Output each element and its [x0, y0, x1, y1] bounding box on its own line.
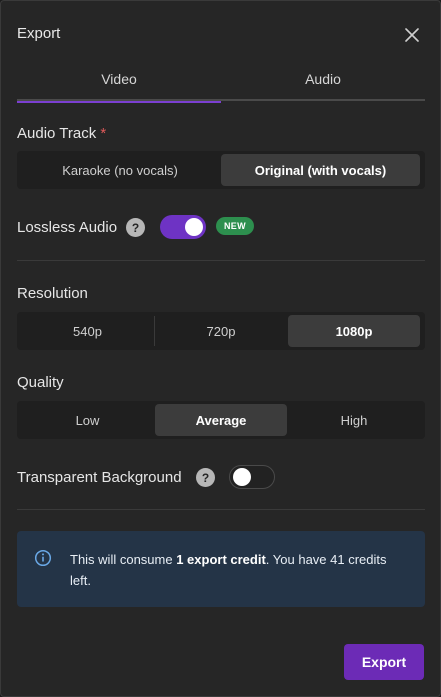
toggle-knob [185, 218, 203, 236]
dialog-title: Export [17, 25, 61, 42]
toggle-knob [233, 468, 251, 486]
option-low[interactable]: Low [21, 404, 154, 436]
quality-label: Quality [17, 374, 64, 391]
transparent-background-toggle[interactable] [229, 465, 275, 489]
transparent-background-label: Transparent Background [17, 469, 182, 486]
info-icon [34, 549, 52, 567]
info-text-before: This will consume [70, 552, 177, 567]
tab-bar: Video Audio [17, 71, 425, 103]
required-mark: * [100, 125, 107, 142]
dialog-header: Export [17, 25, 424, 47]
option-average[interactable]: Average [155, 404, 287, 436]
tab-audio[interactable]: Audio [221, 71, 425, 101]
close-icon[interactable] [400, 23, 424, 47]
resolution-label: Resolution [17, 285, 88, 302]
audio-track-label-text: Audio Track [17, 125, 97, 142]
lossless-audio-label: Lossless Audio [17, 219, 118, 236]
export-button[interactable]: Export [344, 644, 424, 680]
credit-info-text: This will consume 1 export credit. You h… [70, 549, 411, 591]
quality-selector: Low Average High [17, 401, 425, 439]
option-1080p[interactable]: 1080p [288, 315, 420, 347]
lossless-help-icon[interactable]: ? [126, 218, 145, 237]
transparent-help-icon[interactable]: ? [196, 468, 215, 487]
option-high[interactable]: High [288, 404, 420, 436]
new-badge: NEW [216, 217, 254, 235]
audio-track-label: Audio Track * [17, 125, 106, 142]
resolution-selector: 540p 720p 1080p [17, 312, 425, 350]
option-karaoke[interactable]: Karaoke (no vocals) [21, 154, 219, 186]
divider [17, 509, 425, 510]
divider [17, 260, 425, 261]
lossless-audio-toggle[interactable] [160, 215, 206, 239]
option-original[interactable]: Original (with vocals) [221, 154, 420, 186]
help-icon[interactable]: ? [196, 468, 215, 487]
help-icon[interactable]: ? [126, 218, 145, 237]
option-540p[interactable]: 540p [21, 315, 154, 347]
audio-track-selector: Karaoke (no vocals) Original (with vocal… [17, 151, 425, 189]
option-720p[interactable]: 720p [155, 315, 287, 347]
export-dialog: Export Video Audio Audio Track * Karaoke… [0, 0, 441, 697]
credit-info-box: This will consume 1 export credit. You h… [17, 531, 425, 607]
tab-video[interactable]: Video [17, 71, 221, 103]
info-text-bold: 1 export credit [176, 552, 266, 567]
